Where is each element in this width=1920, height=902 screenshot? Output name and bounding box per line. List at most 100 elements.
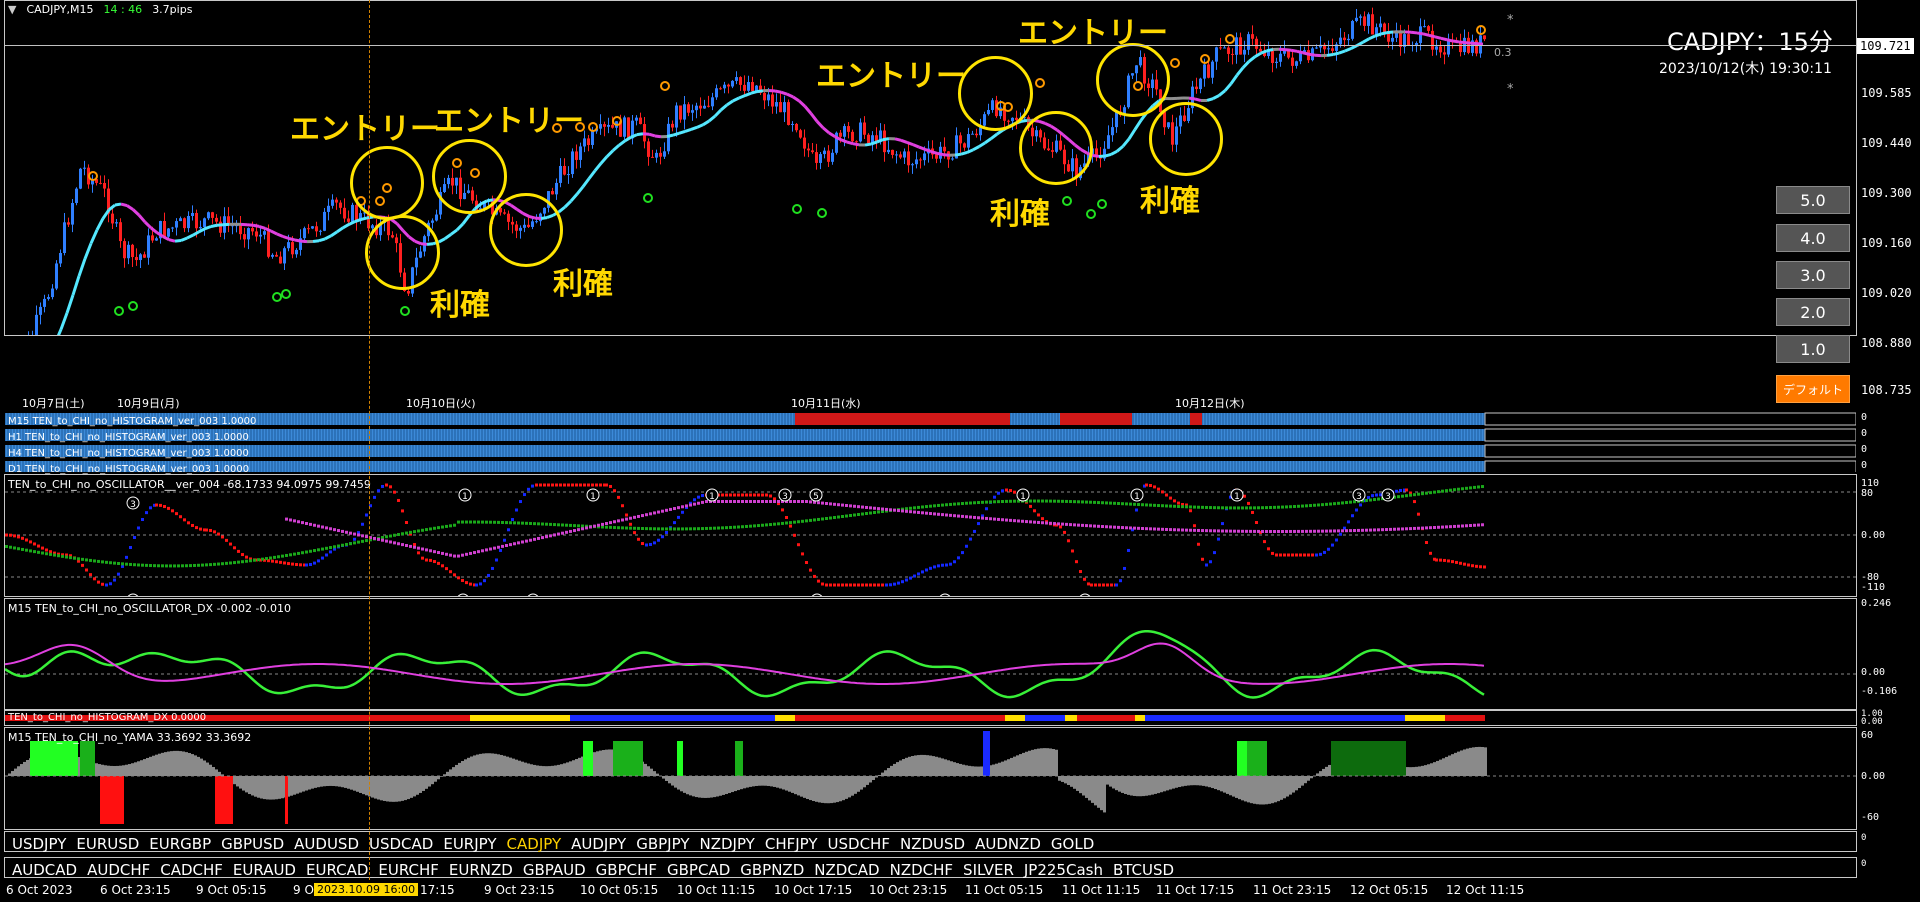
- time-axis[interactable]: 6 Oct 2023 6 Oct 23:15 9 Oct 05:15 9 Oct 17:…: [0, 880, 1857, 902]
- osc-dot: [167, 506, 170, 510]
- osc-dot: [853, 583, 856, 587]
- hist-red-block: [795, 413, 1010, 425]
- symbol-chfjpy[interactable]: CHFJPY: [765, 835, 818, 853]
- yama-bar: [1181, 776, 1184, 787]
- osc-dot: [1153, 485, 1156, 489]
- yama-bar: [392, 776, 395, 802]
- symbol-gold[interactable]: GOLD: [1051, 835, 1094, 853]
- candle: [343, 198, 346, 223]
- symbol-eurgbp[interactable]: EURGBP: [149, 835, 211, 853]
- symbol-eurchf[interactable]: EURCHF: [378, 861, 439, 879]
- symbol-audchf[interactable]: AUDCHF: [87, 861, 150, 879]
- yama-bar: [1202, 776, 1205, 786]
- symbol-row-axis: 0 0: [1857, 831, 1920, 879]
- collapse-arrow-icon[interactable]: ▼: [8, 3, 16, 16]
- osc-tick: 0.00: [1861, 530, 1886, 541]
- symbol-btcusd[interactable]: BTCUSD: [1113, 861, 1174, 879]
- main-date-2: 10月9日(月): [117, 397, 180, 410]
- symbol-jp225cash[interactable]: JP225Cash: [1024, 861, 1103, 879]
- ma-segment: [1127, 128, 1137, 140]
- symbol-audcad[interactable]: AUDCAD: [12, 861, 77, 879]
- symbol-audusd[interactable]: AUDUSD: [294, 835, 359, 853]
- symbol-silver[interactable]: SILVER: [963, 861, 1014, 879]
- zoom-1-button[interactable]: 1.0: [1776, 335, 1850, 363]
- osc-dot: [37, 544, 40, 548]
- osc-dot: [217, 532, 220, 536]
- symbol-euraud[interactable]: EURAUD: [233, 861, 296, 879]
- osc-dot: [845, 583, 848, 587]
- hdx-block: [1445, 715, 1485, 721]
- yama-bar: [821, 776, 824, 803]
- yama-bar: [719, 776, 722, 796]
- ma-segment: [1212, 94, 1220, 100]
- symbol-gbpcad[interactable]: GBPCAD: [667, 861, 730, 879]
- yama-bar: [146, 757, 149, 776]
- symbol-cadjpy[interactable]: CADJPY: [507, 835, 562, 853]
- osc-dot: [889, 583, 892, 587]
- yama-bar: [479, 753, 482, 776]
- symbol-gbpnzd[interactable]: GBPNZD: [740, 861, 804, 879]
- osc-dot: [1271, 551, 1274, 555]
- price-tick: 109.160: [1861, 236, 1912, 250]
- yama-bar: [815, 776, 818, 802]
- yama-chart[interactable]: [5, 728, 1856, 829]
- symbol-nzdchf[interactable]: NZDCHF: [890, 861, 953, 879]
- ma-segment: [276, 232, 284, 238]
- yama-bar: [1457, 751, 1460, 776]
- osc-dot: [183, 518, 186, 522]
- buy-signal-dot: [1097, 199, 1107, 209]
- candle: [819, 152, 822, 170]
- candle: [615, 121, 618, 136]
- yama-bar: [182, 751, 185, 776]
- ma-segment: [444, 233, 452, 240]
- osc-marker: 1: [586, 488, 600, 502]
- symbol-nzdusd[interactable]: NZDUSD: [900, 835, 965, 853]
- symbol-nzdcad[interactable]: NZDCAD: [814, 861, 879, 879]
- symbol-eurusd[interactable]: EURUSD: [76, 835, 139, 853]
- symbol-eurcad[interactable]: EURCAD: [306, 861, 368, 879]
- yama-bar: [692, 776, 695, 797]
- yama-bar: [371, 776, 374, 798]
- symbol-gbpjpy[interactable]: GBPJPY: [636, 835, 689, 853]
- symbol-audnzd[interactable]: AUDNZD: [975, 835, 1041, 853]
- symbol-usdjpy[interactable]: USDJPY: [12, 835, 66, 853]
- yama-blue-block: [983, 731, 990, 776]
- yama-bar: [332, 776, 335, 787]
- symbol-audjpy[interactable]: AUDJPY: [571, 835, 626, 853]
- oscillator-chart[interactable]: 31113511133151111: [5, 475, 1856, 596]
- symbol-gbpusd[interactable]: GBPUSD: [221, 835, 284, 853]
- zoom-default-button[interactable]: デフォルト: [1776, 375, 1850, 403]
- ma-segment: [696, 123, 704, 129]
- symbol-eurjpy[interactable]: EURJPY: [443, 835, 496, 853]
- yama-bar: [122, 765, 125, 776]
- candle: [627, 117, 630, 139]
- yama-bar: [305, 776, 308, 791]
- symbol-usdchf[interactable]: USDCHF: [828, 835, 890, 853]
- symbol-eurnzd[interactable]: EURNZD: [449, 861, 513, 879]
- symbol-usdcad[interactable]: USDCAD: [369, 835, 433, 853]
- zoom-3-button[interactable]: 3.0: [1776, 261, 1850, 289]
- yama-bar: [1214, 776, 1217, 790]
- ma-segment: [1116, 145, 1124, 153]
- symbol-gbpchf[interactable]: GBPCHF: [596, 861, 657, 879]
- zoom-2-button[interactable]: 2.0: [1776, 298, 1850, 326]
- yama-bar: [1466, 748, 1469, 776]
- candle: [567, 166, 570, 184]
- symbol-nzdjpy[interactable]: NZDJPY: [699, 835, 754, 853]
- osc-dot: [109, 582, 112, 586]
- zoom-5-button[interactable]: 5.0: [1776, 186, 1850, 214]
- histogram-dx-bar[interactable]: [5, 711, 1856, 725]
- osc-dot: [1359, 503, 1362, 507]
- yama-bar: [1472, 747, 1475, 776]
- symbol-gbpaud[interactable]: GBPAUD: [523, 861, 586, 879]
- symbol-cadchf[interactable]: CADCHF: [160, 861, 223, 879]
- osc-dot: [1209, 560, 1212, 564]
- osc-dot: [507, 528, 510, 532]
- candle: [603, 121, 606, 137]
- oscillator-dx-chart[interactable]: [5, 599, 1856, 709]
- buy-signal-dot: [1062, 196, 1072, 206]
- zoom-4-button[interactable]: 4.0: [1776, 224, 1850, 252]
- osc-dot: [1375, 493, 1378, 497]
- histogram-strips[interactable]: [5, 412, 1856, 472]
- ma-segment: [77, 258, 87, 277]
